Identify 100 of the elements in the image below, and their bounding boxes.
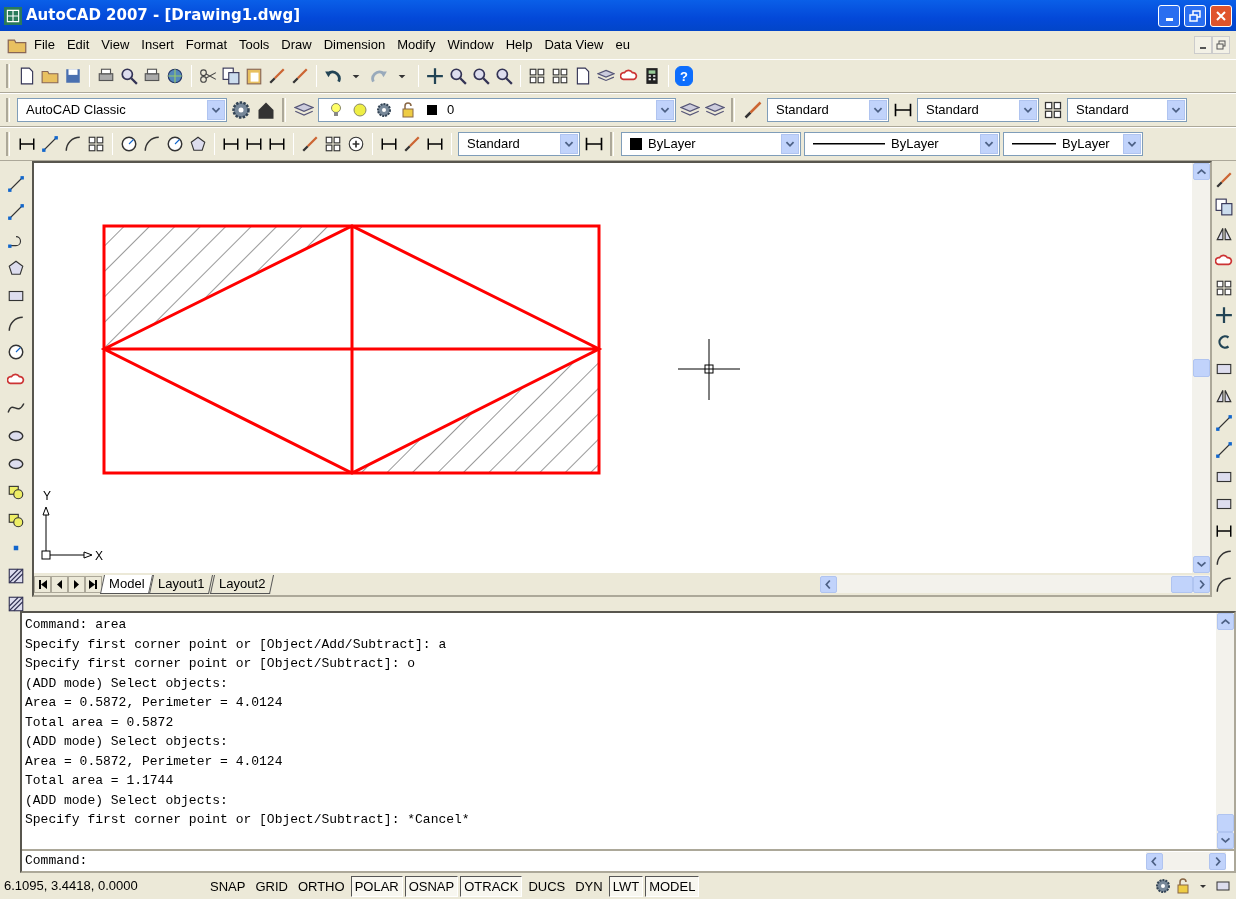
sun-icon[interactable]: [352, 102, 368, 118]
circle-icon[interactable]: [166, 135, 184, 153]
arc-icon[interactable]: [7, 315, 25, 333]
grid-icon[interactable]: [1215, 279, 1233, 297]
table-style-dropdown[interactable]: Standard: [1067, 98, 1187, 122]
dimension-icon[interactable]: [380, 135, 398, 153]
hatch-icon[interactable]: [7, 567, 25, 585]
help-button[interactable]: ?: [675, 66, 693, 86]
dimension-icon[interactable]: [1215, 522, 1233, 540]
magnifier-icon[interactable]: [495, 67, 513, 85]
status-toggle[interactable]: MODEL: [645, 875, 700, 897]
grid-icon[interactable]: [551, 67, 569, 85]
gear-icon[interactable]: [1155, 878, 1171, 894]
grid-icon[interactable]: [1043, 100, 1063, 120]
menu-item[interactable]: Tools: [233, 33, 276, 57]
gear-icon[interactable]: [231, 100, 251, 120]
status-toggle[interactable]: LWT: [608, 875, 644, 897]
layout-tab[interactable]: Layout1: [149, 574, 214, 594]
line-icon[interactable]: [7, 175, 25, 193]
dimension-icon[interactable]: [18, 135, 36, 153]
linetype-dropdown[interactable]: ByLayer: [804, 132, 1000, 156]
polygon-icon[interactable]: [189, 135, 207, 153]
menu-item[interactable]: Insert: [135, 33, 180, 57]
status-toggle[interactable]: OTRACK: [460, 875, 523, 897]
scroll-thumb[interactable]: [1171, 575, 1193, 593]
menu-item[interactable]: Data View: [538, 33, 610, 57]
menu-item[interactable]: Modify: [391, 33, 442, 57]
calculator-icon[interactable]: [643, 67, 661, 85]
scroll-thumb[interactable]: [1216, 814, 1234, 832]
brush-icon[interactable]: [268, 67, 286, 85]
circle-icon[interactable]: [120, 135, 138, 153]
mirror-icon[interactable]: [1215, 225, 1233, 243]
first-tab-button[interactable]: [34, 575, 51, 593]
scissors-icon[interactable]: [199, 67, 217, 85]
hatch-icon[interactable]: [7, 595, 25, 613]
grid-icon[interactable]: [87, 135, 105, 153]
menu-item[interactable]: Window: [441, 33, 500, 57]
brush-icon[interactable]: [403, 135, 421, 153]
text-style-dropdown[interactable]: Standard: [767, 98, 889, 122]
plus-circle-icon[interactable]: [347, 135, 365, 153]
dimension-icon[interactable]: [245, 135, 263, 153]
padlock-icon[interactable]: [1175, 878, 1191, 894]
status-toggle[interactable]: OSNAP: [404, 875, 459, 897]
dimension-style-dropdown[interactable]: Standard: [458, 132, 580, 156]
arc-icon[interactable]: [64, 135, 82, 153]
dimension-icon[interactable]: [268, 135, 286, 153]
arc-icon[interactable]: [1215, 576, 1233, 594]
brush-icon[interactable]: [291, 67, 309, 85]
arc-icon[interactable]: [1215, 549, 1233, 567]
menu-item[interactable]: Help: [499, 33, 539, 57]
grid-icon[interactable]: [528, 67, 546, 85]
grid-icon[interactable]: [324, 135, 342, 153]
page-icon[interactable]: [18, 67, 36, 85]
move-arrows-icon[interactable]: [426, 67, 444, 85]
menu-item[interactable]: Dimension: [317, 33, 392, 57]
menu-item[interactable]: Format: [179, 33, 233, 57]
copy-icon[interactable]: [1215, 198, 1233, 216]
line-icon[interactable]: [41, 135, 59, 153]
restore-button[interactable]: [1212, 36, 1230, 54]
brush-icon[interactable]: [1215, 171, 1233, 189]
undo-arrow-icon[interactable]: [324, 67, 342, 85]
minimize-button[interactable]: [1194, 36, 1212, 54]
layout-tab[interactable]: Layout2: [209, 574, 274, 594]
circle-icon[interactable]: [7, 343, 25, 361]
dimension-icon[interactable]: [222, 135, 240, 153]
padlock-icon[interactable]: [400, 102, 416, 118]
brush-icon[interactable]: [301, 135, 319, 153]
vertical-scrollbar[interactable]: [1216, 613, 1234, 849]
layer-dropdown[interactable]: 0: [318, 98, 676, 122]
magnifier-icon[interactable]: [472, 67, 490, 85]
menu-item[interactable]: File: [28, 33, 61, 57]
line-icon[interactable]: [7, 203, 25, 221]
line-icon[interactable]: [1215, 441, 1233, 459]
command-prompt[interactable]: Command:: [25, 851, 88, 871]
dimension-icon[interactable]: [426, 135, 444, 153]
polygon-icon[interactable]: [7, 259, 25, 277]
next-tab-button[interactable]: [68, 575, 85, 593]
menu-item[interactable]: View: [95, 33, 136, 57]
dimension-style-dropdown[interactable]: Standard: [917, 98, 1039, 122]
horizontal-scrollbar[interactable]: [1146, 852, 1226, 870]
house-icon[interactable]: [256, 100, 276, 120]
lightbulb-icon[interactable]: [328, 102, 344, 118]
layout-tab[interactable]: Model: [100, 574, 154, 594]
drawing-canvas[interactable]: Y X: [34, 163, 1210, 573]
gear-icon[interactable]: [376, 102, 392, 118]
vertical-scrollbar[interactable]: [1192, 163, 1210, 573]
lineweight-dropdown[interactable]: ByLayer: [1003, 132, 1143, 156]
mirror-icon[interactable]: [1215, 387, 1233, 405]
block-icon[interactable]: [7, 511, 25, 529]
brush-icon[interactable]: [743, 100, 763, 120]
previous-tab-button[interactable]: [51, 575, 68, 593]
status-toggle[interactable]: POLAR: [350, 875, 403, 897]
copy-icon[interactable]: [222, 67, 240, 85]
square-icon[interactable]: [424, 102, 440, 118]
page-icon[interactable]: [574, 67, 592, 85]
magnifier-icon[interactable]: [449, 67, 467, 85]
workspace-dropdown[interactable]: AutoCAD Classic: [17, 98, 227, 122]
close-button[interactable]: [1210, 4, 1232, 27]
last-tab-button[interactable]: [85, 575, 102, 593]
menu-item[interactable]: Draw: [275, 33, 318, 57]
